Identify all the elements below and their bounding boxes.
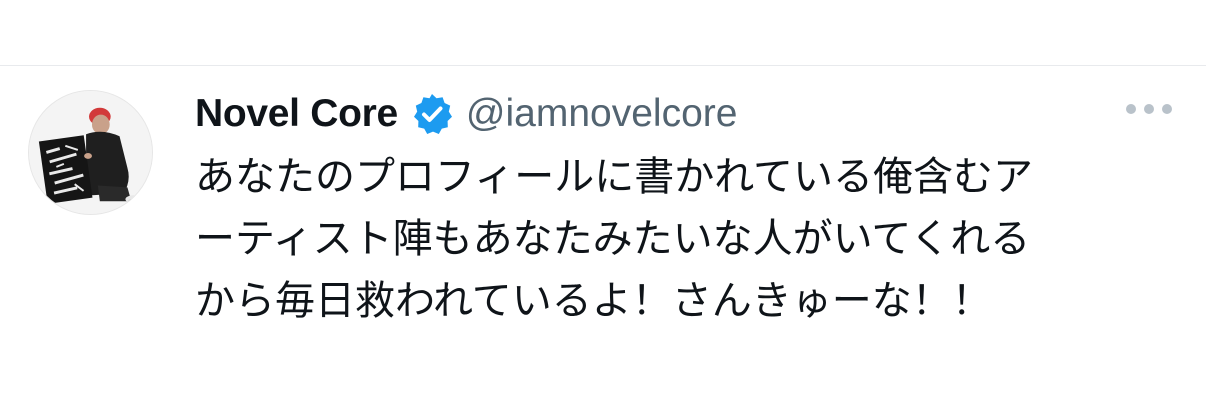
tweet-header: Novel Core @iamnovelcore: [195, 88, 737, 140]
more-dot: [1162, 104, 1172, 114]
verified-badge-icon: [410, 92, 454, 136]
more-dot: [1126, 104, 1136, 114]
handle[interactable]: @iamnovelcore: [466, 92, 738, 136]
top-divider: [0, 0, 1206, 66]
tweet-text-line: ーティスト陣もあなたみたいな人がいてくれる: [195, 216, 1031, 262]
tweet-text: あなたのプロフィールに書かれている俺含むア ーティスト陣もあなたみたいな人がいて…: [195, 146, 1155, 332]
tweet-card[interactable]: Novel Core @iamnovelcore あなたのプロフィールに書かれて…: [0, 66, 1206, 401]
tweet-text-line: から毎日救われているよ！さんきゅーな！！: [195, 278, 992, 324]
display-name[interactable]: Novel Core: [195, 92, 398, 136]
tweet-text-line: あなたのプロフィールに書かれている俺含むア: [195, 154, 1033, 200]
more-options-icon[interactable]: [1126, 94, 1172, 124]
more-dot: [1144, 104, 1154, 114]
avatar[interactable]: [28, 90, 153, 215]
